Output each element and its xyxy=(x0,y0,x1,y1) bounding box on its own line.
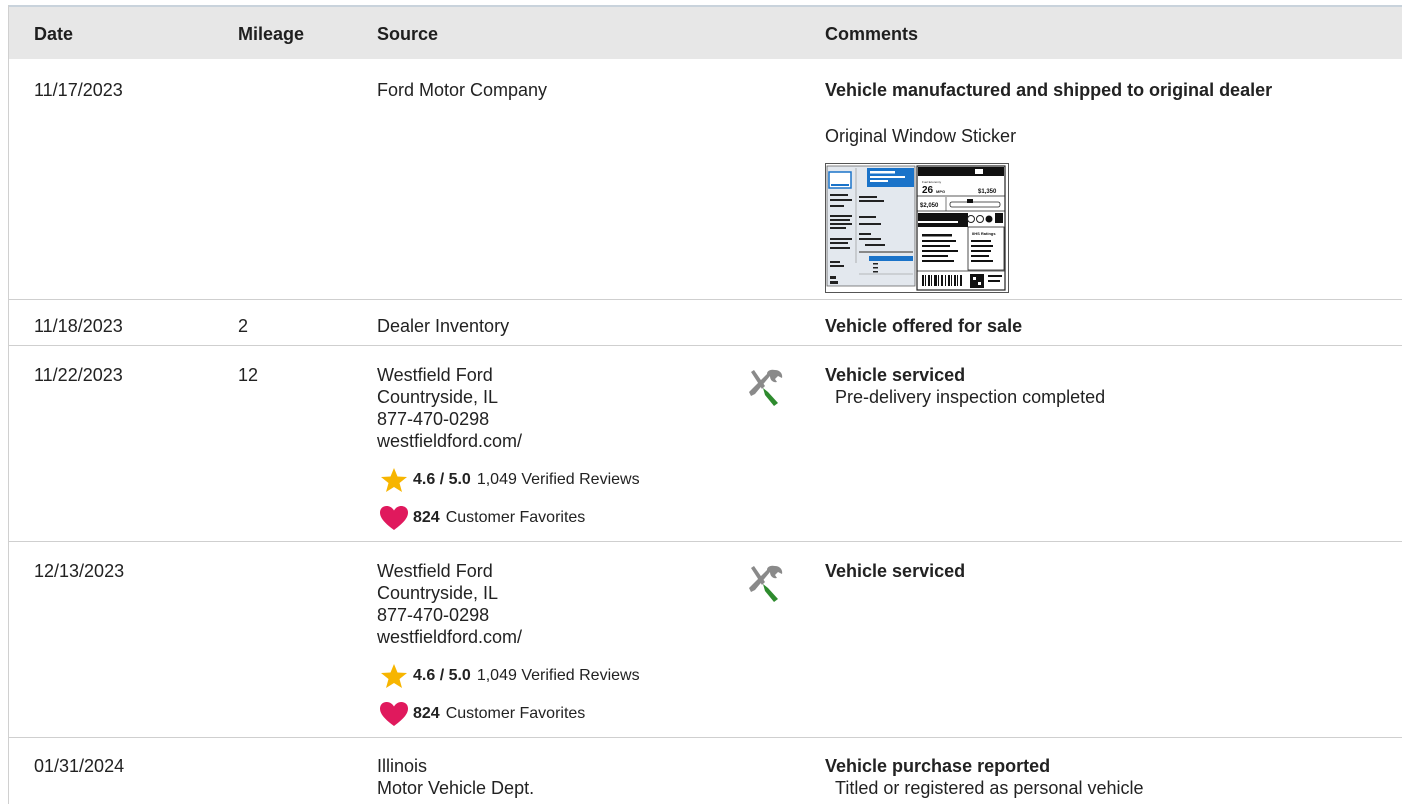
row-source: Ford Motor Company xyxy=(377,80,548,100)
source-website: westfieldford.com/ xyxy=(377,627,523,647)
sticker-ratings-label: IIHS Ratings xyxy=(972,231,996,236)
row-comment-detail: Titled or registered as personal vehicle xyxy=(835,778,1144,798)
row-date: 01/31/2024 xyxy=(34,756,125,776)
favorites-count: 824 xyxy=(413,509,440,526)
wrench-screwdriver-icon xyxy=(749,369,783,406)
row-comment-title: Vehicle serviced xyxy=(825,365,966,385)
row-date: 12/13/2023 xyxy=(34,561,125,581)
source-location: Countryside, IL xyxy=(377,583,499,603)
dealer-rating: 4.6 / 5.0 1,049 Verified Reviews xyxy=(379,467,640,493)
row-mileage: 2 xyxy=(238,316,249,336)
star-icon xyxy=(381,664,407,688)
row-mileage: 12 xyxy=(238,365,259,385)
svg-text:Fuel Economy: Fuel Economy xyxy=(922,180,942,184)
table-row: 01/31/2024 Illinois Motor Vehicle Dept. … xyxy=(9,738,1402,804)
dealer-favorites: 824 Customer Favorites xyxy=(379,701,585,727)
row-comment-title: Vehicle serviced xyxy=(825,561,966,581)
header-source: Source xyxy=(377,24,439,44)
table-row: 12/13/2023 Westfield Ford Countryside, I… xyxy=(9,542,1402,738)
wrench-screwdriver-icon xyxy=(749,565,783,602)
header-comments: Comments xyxy=(825,24,919,44)
row-comment-detail: Pre-delivery inspection completed xyxy=(835,387,1106,407)
row-comment-title: Vehicle purchase reported xyxy=(825,756,1051,776)
review-count[interactable]: 1,049 Verified Reviews xyxy=(477,471,640,489)
favorites-label: Customer Favorites xyxy=(445,705,586,722)
row-date: 11/22/2023 xyxy=(34,365,123,385)
rating-value: 4.6 / 5.0 xyxy=(413,667,471,684)
star-icon xyxy=(381,468,407,492)
table-row: 11/18/2023 2 Dealer Inventory Vehicle of… xyxy=(9,300,1402,346)
source-name: Westfield Ford xyxy=(377,561,493,581)
header-date: Date xyxy=(34,24,74,44)
source-name: Illinois xyxy=(377,756,428,776)
window-sticker-thumbnail[interactable]: Fuel Economy 26 MPG $1,350 $2,050 IIHS R… xyxy=(825,163,1009,293)
heart-icon xyxy=(380,702,408,726)
window-sticker-link[interactable]: Original Window Sticker xyxy=(825,125,1016,147)
row-source: Dealer Inventory xyxy=(377,316,510,336)
row-date: 11/17/2023 xyxy=(34,80,123,100)
sticker-price-2: $2,050 xyxy=(920,203,939,209)
source-location: Countryside, IL xyxy=(377,387,499,407)
dealer-rating: 4.6 / 5.0 1,049 Verified Reviews xyxy=(379,663,640,689)
source-website: westfieldford.com/ xyxy=(377,431,523,451)
sticker-mpg: 26 xyxy=(922,185,934,196)
rating-value: 4.6 / 5.0 xyxy=(413,471,471,488)
dealer-favorites: 824 Customer Favorites xyxy=(379,505,585,531)
row-comment-title: Vehicle manufactured and shipped to orig… xyxy=(825,80,1273,100)
favorites-count: 824 xyxy=(413,705,440,722)
source-department: Motor Vehicle Dept. xyxy=(377,778,535,798)
header-mileage: Mileage xyxy=(238,24,305,44)
heart-icon xyxy=(380,506,408,530)
vehicle-history-table: Date Mileage Source Comments 11/17/2023 … xyxy=(8,5,1402,804)
favorites-label: Customer Favorites xyxy=(445,509,586,526)
table-row: 11/17/2023 Ford Motor Company Vehicle ma… xyxy=(9,59,1402,300)
source-phone: 877-470-0298 xyxy=(377,409,490,429)
source-phone: 877-470-0298 xyxy=(377,605,490,625)
sticker-price-1: $1,350 xyxy=(978,189,997,195)
sticker-mpg-unit: MPG xyxy=(936,189,945,194)
source-name: Westfield Ford xyxy=(377,365,493,385)
table-header: Date Mileage Source Comments xyxy=(9,7,1402,59)
table-row: 11/22/2023 12 Westfield Ford Countryside… xyxy=(9,346,1402,542)
row-comment-title: Vehicle offered for sale xyxy=(825,316,1023,336)
row-date: 11/18/2023 xyxy=(34,316,123,336)
review-count[interactable]: 1,049 Verified Reviews xyxy=(477,667,640,685)
